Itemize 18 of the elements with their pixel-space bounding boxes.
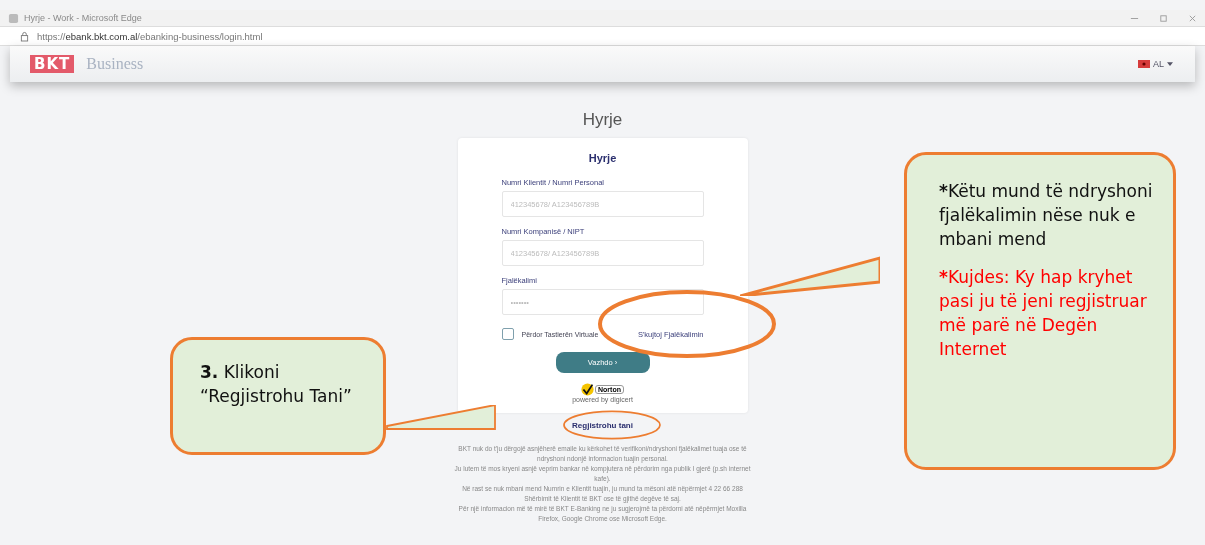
caret-icon bbox=[1167, 62, 1173, 66]
language-selector[interactable]: AL bbox=[1136, 57, 1175, 71]
register-link[interactable]: Regjistrohu tani bbox=[572, 421, 633, 430]
page-title: Hyrje bbox=[582, 110, 623, 130]
close-icon[interactable] bbox=[1188, 13, 1197, 23]
callout-text: *Këtu mund të ndryshoni fjalëkalimin nëse nuk e mbani mend bbox=[939, 180, 1154, 251]
restore-icon[interactable] bbox=[1159, 13, 1168, 23]
card-title: Hyrje bbox=[587, 152, 618, 164]
checkbox[interactable] bbox=[501, 328, 514, 340]
lock-icon bbox=[20, 30, 29, 42]
address-url[interactable]: https://ebank.bkt.com.al/ebanking-business/login.html bbox=[37, 30, 263, 42]
window-title: Hyrje - Work - Microsoft Edge bbox=[24, 13, 142, 23]
callout-text: 3. Klikoni “Regjistrohu Tani” bbox=[200, 361, 353, 408]
browser-tab-icon bbox=[8, 12, 19, 24]
brand-name: Business bbox=[86, 55, 144, 73]
flag-icon bbox=[1138, 60, 1150, 68]
callout-text: *Kujdes: Ky hap kryhet pasi ju të jeni regjistruar më parë në Degën Internet bbox=[939, 266, 1148, 361]
bank-logo[interactable]: BKT bbox=[30, 55, 75, 73]
